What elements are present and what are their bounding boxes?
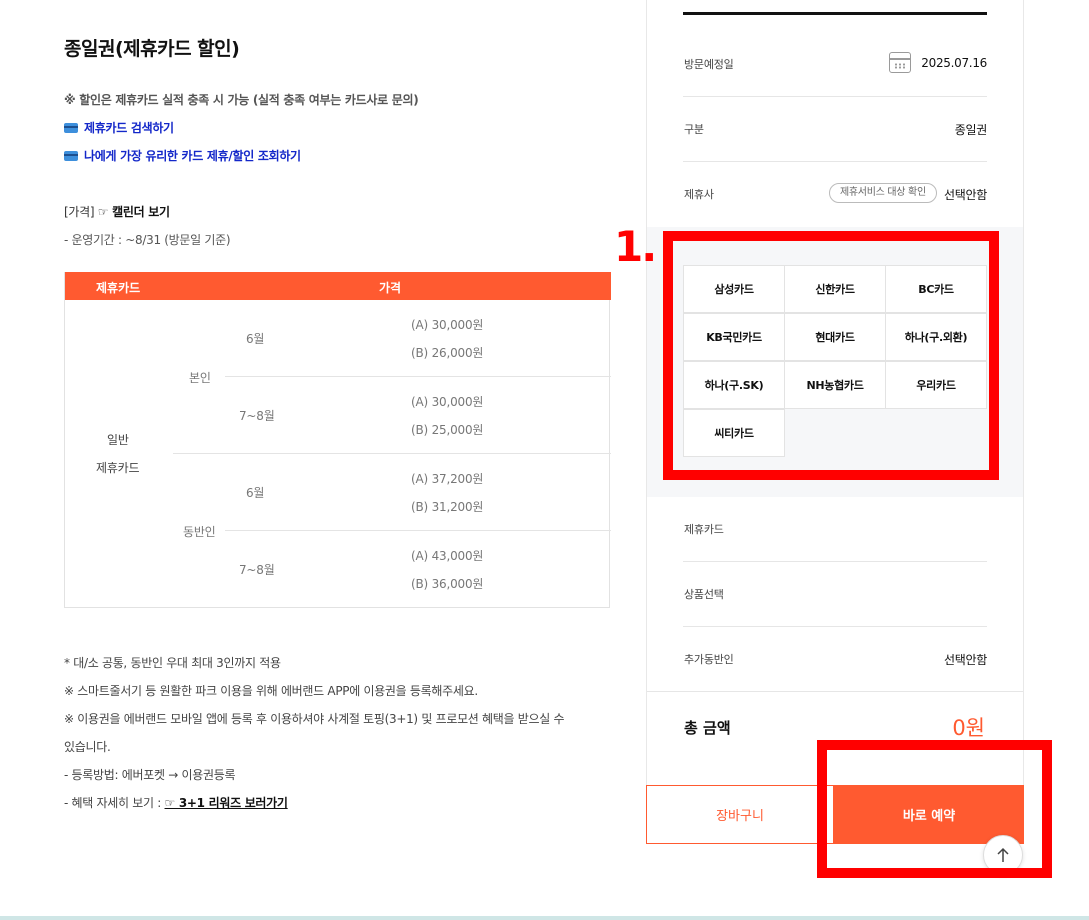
visit-date-value[interactable]: 2025.07.16 [921,56,987,70]
partner-value[interactable]: 선택안함 [944,186,987,203]
card-search-link[interactable]: 제휴카드 검색하기 [64,119,174,136]
table-row-price-a: (A) 37,200원 [411,472,484,486]
type-label: 구분 [684,123,704,136]
total-value: 0원 [952,716,985,740]
footnote: 있습니다. [64,740,111,754]
table-row-month: 6월 [246,486,265,500]
operating-period: - 운영기간 : ~8/31 (방문일 기준) [64,233,231,247]
annotation-box-cards [663,231,999,480]
rewards-link[interactable]: ☞ 3+1 리워즈 보러가기 [165,796,288,810]
card-label: 제휴카드 [684,523,724,536]
card-compare-link[interactable]: 나에게 가장 유리한 카드 제휴/할인 조회하기 [64,147,301,164]
calendar-link[interactable]: ☞ 캘린더 보기 [98,205,170,219]
credit-card-icon [64,122,78,133]
type-value: 종일권 [954,123,988,137]
companion-value[interactable]: 선택안함 [944,651,987,668]
footnote: ※ 이용권을 에버랜드 모바일 앱에 등록 후 이용하셔야 사계절 토핑(3+1… [64,712,565,726]
footnote: - 혜택 자세히 보기 : ☞ 3+1 리워즈 보러가기 [64,794,288,811]
table-header-card: 제휴카드 [96,281,141,295]
table-row-price-a: (A) 43,000원 [411,549,484,563]
card-search-link-label: 제휴카드 검색하기 [84,121,174,135]
price-table: 제휴카드 가격 일반 제휴카드 본인 동반인 6월 (A) 30,000원 (B… [64,272,611,608]
annotation-number: 1. [614,222,657,271]
type-self: 본인 [189,371,211,385]
table-row-price-b: (B) 26,000원 [411,346,484,360]
cart-button[interactable]: 장바구니 [646,785,834,844]
table-row-price-a: (A) 30,000원 [411,395,484,409]
footnote: * 대/소 공통, 동반인 우대 최대 3인까지 적용 [64,656,281,670]
product-label: 상품선택 [684,588,724,601]
panel-top-bar [683,12,987,15]
calendar-icon[interactable] [889,52,911,73]
footnote: ※ 스마트줄서기 등 원활한 파크 이용을 위해 에버랜드 APP에 이용권을 … [64,684,478,698]
page-title: 종일권(제휴카드 할인) [64,38,240,60]
table-header-price: 가격 [379,281,402,295]
group-label: 일반 [107,433,129,447]
table-row-month: 7~8월 [239,563,275,577]
page-bottom-border [0,916,1089,920]
price-label-prefix: [가격] [64,205,95,219]
price-label: [가격] ☞ 캘린더 보기 [64,203,170,220]
total-label: 총 금액 [684,719,731,737]
card-compare-link-label: 나에게 가장 유리한 카드 제휴/할인 조회하기 [84,149,301,163]
table-row-price-b: (B) 25,000원 [411,423,484,437]
partner-label: 제휴사 [684,188,714,201]
discount-note: ※ 할인은 제휴카드 실적 충족 시 가능 (실적 충족 여부는 카드사로 문의… [64,93,419,107]
table-row-price-a: (A) 30,000원 [411,318,484,332]
credit-card-icon [64,150,78,161]
visit-date-label: 방문예정일 [684,58,734,71]
table-row-month: 7~8월 [239,409,275,423]
partner-check-chip[interactable]: 제휴서비스 대상 확인 [829,183,937,203]
table-header: 제휴카드 가격 [65,272,611,300]
footnote-prefix: - 혜택 자세히 보기 : [64,796,162,810]
annotation-box-book [817,740,1052,878]
footnote: - 등록방법: 에버포켓 → 이용권등록 [64,768,236,782]
table-row-price-b: (B) 31,200원 [411,500,484,514]
companion-label: 추가동반인 [684,653,734,666]
type-companion: 동반인 [183,525,216,539]
group-label-2: 제휴카드 [96,461,140,475]
table-row-month: 6월 [246,332,265,346]
table-row-price-b: (B) 36,000원 [411,577,484,591]
